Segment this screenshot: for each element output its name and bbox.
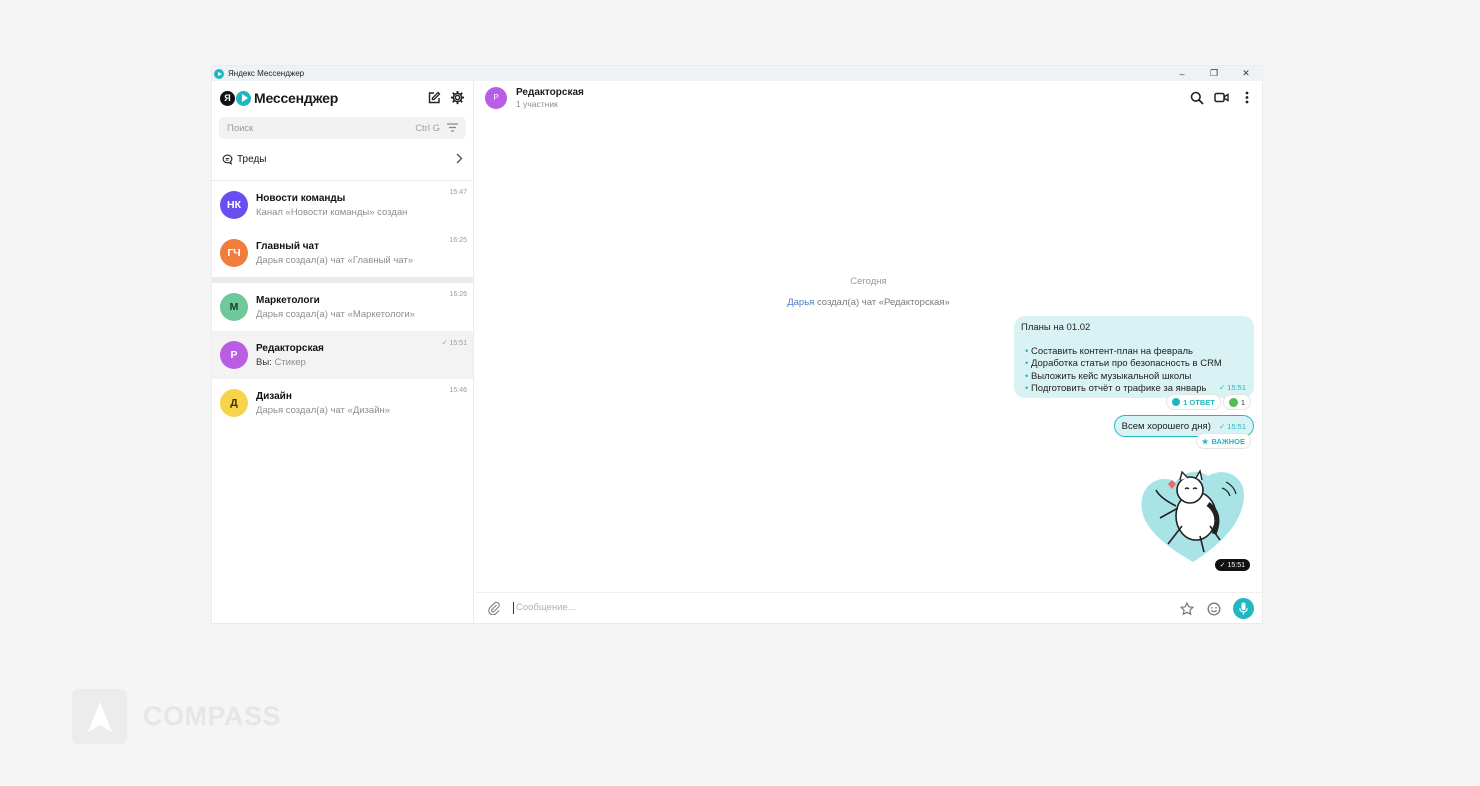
attach-paperclip-icon[interactable] [487,601,501,615]
chat-list-item[interactable]: НК Новости команды Канал «Новости команд… [212,181,473,229]
message-input[interactable]: Сообщение... [513,602,576,614]
chat-name: Новости команды [256,192,346,204]
star-icon[interactable] [1179,601,1194,616]
compass-watermark: COMPASS [72,689,281,744]
sticker-time: ✓ 15:51 [1214,559,1250,571]
message-time: ✓ 15:51 [1218,382,1246,392]
system-user-link[interactable]: Дарья [787,297,814,308]
avatar: Р [220,341,248,369]
avatar: Д [220,389,248,417]
chat-name: Редакторская [256,342,324,354]
important-chip[interactable]: ★ ВАЖНОЕ [1196,434,1250,448]
search-placeholder: Поиск [227,122,254,134]
reaction-icon [1228,397,1238,407]
list-item: Подготовить отчёт о трафике за январь [1021,383,1247,395]
chat-time: 15:46 [449,387,467,394]
avatar: ГЧ [220,239,248,267]
chat-title[interactable]: Редакторская [516,87,584,98]
more-menu-icon[interactable] [1239,90,1254,105]
chat-header: Р Редакторская 1 участник [475,81,1262,114]
threads-label: Треды [237,154,267,165]
replies-chip[interactable]: 1 ОТВЕТ [1167,395,1220,409]
list-item: Выложить кейс музыкальной школы [1021,371,1247,383]
chat-list-item[interactable]: М Маркетологи Дарья создал(а) чат «Марке… [212,283,473,331]
compass-logo-icon [72,689,127,744]
reaction-chip[interactable]: 1 [1223,395,1250,409]
system-message: Дарья создал(а) чат «Редакторская» [475,297,1262,308]
minimize-button[interactable]: – [1166,66,1198,81]
window-controls: – ❐ ✕ [1166,66,1262,81]
chat-members: 1 участник [516,98,558,109]
chat-name: Главный чат [256,240,320,252]
chevron-right-icon [456,153,463,167]
chat-preview: Дарья создал(а) чат «Маркетологи» [256,308,415,320]
chat-preview: Вы: Стикер [256,357,324,368]
chat-time: 16:25 [449,237,467,244]
close-button[interactable]: ✕ [1230,66,1262,81]
chat-list-item-active[interactable]: Р Редакторская Вы: Стикер ✓ 15:51 [212,331,473,379]
window-title: Яндекс Мессенджер [228,69,305,78]
settings-gear-icon[interactable] [450,90,465,105]
chat-time: 15:47 [449,189,467,196]
system-text: создал(а) чат «Редакторская» [816,297,950,308]
messenger-window: Яндекс Мессенджер – ❐ ✕ Я Мессенджер Пои… [212,66,1262,623]
emoji-icon[interactable] [1206,601,1221,616]
app-icon [214,68,224,79]
important-tag: ★ ВАЖНОЕ [1196,434,1250,448]
avatar: М [220,293,248,321]
chat-preview: Дарья создал(а) чат «Дизайн» [256,404,391,416]
message-bubble[interactable]: Планы на 01.02 Составить контент-план на… [1014,316,1254,398]
video-call-icon[interactable] [1214,90,1229,105]
chat-preview: Дарья создал(а) чат «Главный чат» [256,254,413,266]
avatar: НК [220,191,248,219]
messenger-logo-icon [236,90,251,106]
brand-title: Мессенджер [254,90,339,106]
search-shortcut: Ctrl G [415,122,440,134]
date-separator: Сегодня [850,276,887,287]
list-item: Составить контент-план на февраль [1021,346,1247,358]
search-icon[interactable] [1189,90,1204,105]
replies-label: 1 ОТВЕТ [1183,397,1215,407]
sidebar: Я Мессенджер Поиск Ctrl G Треды НК Новос… [212,81,474,623]
preview-prefix: Вы: [256,356,272,368]
reaction-count: 1 [1240,397,1245,407]
filter-icon[interactable] [447,123,458,135]
search-input[interactable]: Поиск Ctrl G [219,117,466,139]
important-label: ВАЖНОЕ [1211,436,1246,446]
chat-name: Дизайн [256,390,292,402]
compose-icon[interactable] [426,90,441,105]
message-text: Всем хорошего дня) [1121,420,1211,432]
maximize-button[interactable]: ❐ [1198,66,1230,81]
message-time: ✓ 15:51 [1218,421,1246,431]
chat-time: ✓ 15:51 [441,340,467,347]
sidebar-header: Я Мессенджер [212,81,473,115]
preview-text: Стикер [274,356,306,368]
sticker-cat-image[interactable] [1138,464,1248,569]
star-icon: ★ [1201,436,1209,446]
thread-icon [1172,398,1181,406]
threads-row[interactable]: Треды [212,139,473,181]
chat-avatar[interactable]: Р [485,86,507,109]
chat-name: Маркетологи [256,294,320,306]
chat-list-item[interactable]: Д Дизайн Дарья создал(а) чат «Дизайн» 15… [212,379,473,427]
chat-preview: Канал «Новости команды» создан [256,206,408,218]
chat-panel: Р Редакторская 1 участник Сегодня Дарья … [475,81,1262,623]
chat-list-item[interactable]: ГЧ Главный чат Дарья создал(а) чат «Глав… [212,229,473,277]
threads-icon [222,154,233,165]
yandex-logo-icon: Я [220,90,235,106]
list-item: Доработка статьи про безопасность в CRM [1021,358,1247,370]
watermark-text: COMPASS [143,701,282,731]
microphone-icon[interactable] [1233,598,1254,619]
chat-time: 16:26 [449,291,467,298]
message-title: Планы на 01.02 [1021,322,1091,333]
message-meta: 1 ОТВЕТ 1 [1167,395,1250,409]
message-composer: Сообщение... [475,592,1262,623]
title-bar: Яндекс Мессенджер – ❐ ✕ [212,66,1262,81]
